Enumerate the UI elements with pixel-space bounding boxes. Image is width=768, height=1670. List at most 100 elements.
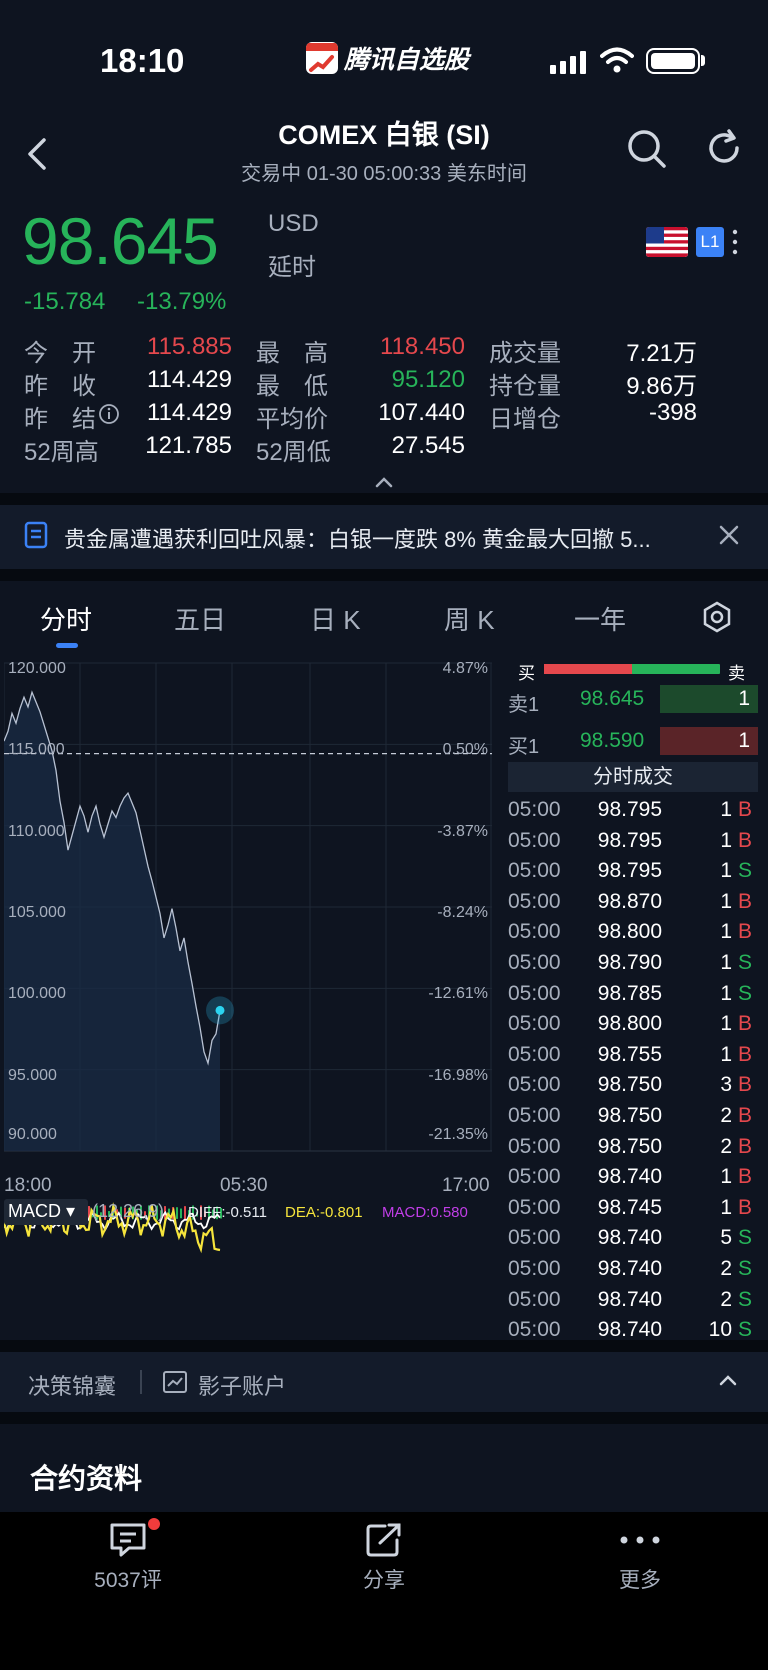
bid-label: 买1 [508,736,540,758]
buy-label: 买 [518,664,535,683]
search-icon[interactable] [626,128,668,170]
price-change: -15.784 [24,288,106,315]
nav-more-label: 更多 [619,1569,661,1592]
trade-row: 05:00 98.800 1 B [508,920,758,950]
trade-qty: 2 [720,1257,732,1280]
stat-label: 昨 结 [24,406,96,433]
ask-qty-box: 1 [660,685,758,713]
trade-row: 05:00 98.750 2 B [508,1135,758,1165]
more-vertical-icon[interactable] [732,228,738,256]
trade-side: B [737,1012,752,1036]
stat-label: 日增仓 [489,406,561,433]
x-tick: 18:00 [4,1175,52,1196]
tab-intraday[interactable]: 分时 [40,600,92,637]
stat-value: 121.785 [145,432,232,459]
stats-row: 昨 结 114.429 平均价 107.440 日增仓 -398 [24,399,744,433]
stats-row: 52周高 121.785 52周低 27.545 [24,432,744,466]
trade-price: 98.740 [597,1287,662,1311]
chart-account-icon [163,1371,187,1393]
decision-tips-button[interactable]: 决策锦囊 [28,1369,116,1401]
y-right-tick: -12.61% [428,985,488,1003]
divider [0,1340,768,1352]
close-icon[interactable] [717,523,741,547]
stat-label: 昨 收 [24,373,96,400]
trade-side: S [737,859,752,883]
tab-one-year[interactable]: 一年 [574,600,626,637]
y-left-tick: 100.000 [8,985,66,1003]
level-badge[interactable]: L1 [696,227,724,257]
tab-weekly-k[interactable]: 周 K [444,600,495,637]
trade-time: 05:00 [508,1287,561,1311]
trade-price: 98.740 [597,1318,662,1342]
tool-separator [140,1370,142,1394]
us-flag-icon[interactable] [646,227,688,257]
y-right-tick: 0.50% [442,741,488,759]
status-time: 18:10 [100,42,185,79]
trade-price: 98.740 [597,1226,662,1250]
order-ratio-buy [544,664,632,674]
tab-five-day[interactable]: 五日 [174,600,226,637]
trade-side: B [737,798,752,821]
trade-row: 05:00 98.795 1 B [508,798,758,828]
stat-value: 27.545 [391,432,465,459]
expand-up-chevron-icon[interactable] [718,1374,738,1386]
trade-side: S [737,1226,752,1250]
trade-qty: 1 [720,981,732,1005]
ask-qty: 1 [738,687,750,710]
trade-qty: 1 [720,1195,732,1219]
trade-row: 05:00 98.795 1 S [508,859,758,889]
currency: USD [268,210,319,237]
macd-bar [176,1207,178,1219]
comment-icon [110,1523,146,1557]
settings-hexagon-icon[interactable] [702,601,732,633]
share-icon [366,1523,401,1557]
tab-daily-k[interactable]: 日 K [310,600,361,637]
trade-price: 98.870 [597,889,662,913]
nav-share[interactable]: 分享 [314,1522,454,1594]
divider [0,569,768,581]
news-headline[interactable]: 贵金属遭遇获利回吐风暴：白银一度跌 8% 黄金最大回撤 5... [64,522,674,554]
y-left-tick: 120.000 [8,660,66,677]
trade-price: 98.745 [597,1195,662,1219]
trade-time: 05:00 [508,1012,561,1036]
stat-value: 118.450 [380,333,465,360]
y-left-tick: 90.000 [8,1126,57,1143]
time-and-sales-title: 分时成交 [508,762,758,792]
trade-price: 98.750 [597,1073,662,1097]
trade-price: 98.740 [597,1165,662,1189]
trade-row: 05:00 98.800 1 B [508,1012,758,1042]
stats-row: 昨 收 114.429 最 低 95.120 持仓量 9.86万 [24,366,744,400]
trade-qty: 1 [720,889,732,913]
stat-value: 115.885 [147,333,232,360]
trade-qty: 1 [720,859,732,883]
trade-time: 05:00 [508,859,561,883]
trade-side: B [737,828,752,852]
refresh-icon[interactable] [704,128,744,168]
stat-label: 最 低 [256,373,328,400]
collapse-chevron-icon[interactable] [374,476,394,488]
trade-price: 98.785 [597,981,662,1005]
trade-side: S [737,951,752,974]
y-right-tick: -8.24% [437,904,488,921]
trade-qty: 2 [720,1287,732,1311]
delay-label: 延时 [268,254,316,281]
stat-label: 52周高 [24,439,99,466]
trade-time: 05:00 [508,1104,561,1127]
macd-dea: DEA:-0.801 [285,1204,363,1221]
trade-time: 05:00 [508,828,561,852]
shadow-account-button[interactable]: 影子账户 [198,1369,286,1401]
trade-qty: 2 [720,1134,732,1158]
nav-comments[interactable]: 5037评 [58,1522,198,1594]
stat-label: 今 开 [24,340,96,367]
trade-side: B [737,1073,752,1097]
bid-row: 买1 98.590 1 [508,727,758,758]
stats-row: 今 开 115.885 最 高 118.450 成交量 7.21万 [24,333,744,367]
trade-price: 98.800 [597,920,662,944]
app-logo-icon [306,42,338,74]
nav-more[interactable]: 更多 [570,1522,710,1594]
info-icon[interactable] [98,403,120,425]
ask-label: 卖1 [508,694,540,716]
trade-row: 05:00 98.750 3 B [508,1073,758,1103]
macd-selector[interactable]: MACD ▾ [4,1199,88,1225]
ask-price: 98.645 [580,687,645,710]
